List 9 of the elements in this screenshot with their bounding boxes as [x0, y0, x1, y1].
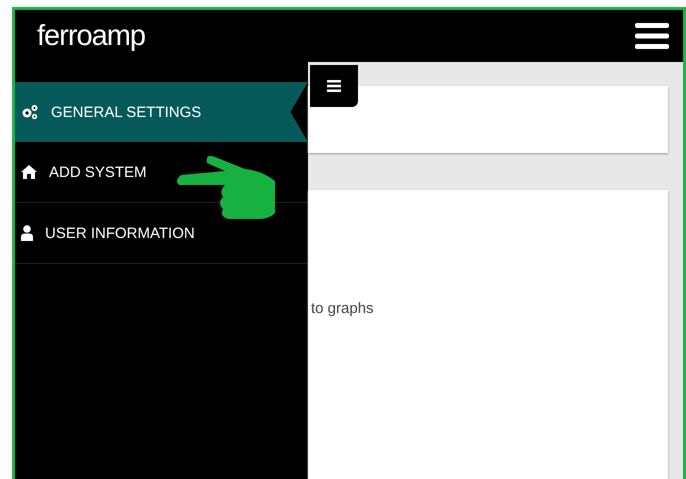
home-icon — [21, 165, 37, 179]
card-text: to graphs — [311, 300, 374, 317]
gears-icon — [21, 104, 39, 120]
sidebar-item[interactable]: GENERAL SETTINGS — [15, 82, 308, 142]
menu-icon — [327, 80, 341, 92]
logo: ferroamp — [37, 20, 146, 52]
menu-icon[interactable] — [635, 23, 669, 49]
user-icon — [21, 225, 33, 241]
menu-toggle-button[interactable] — [310, 65, 358, 107]
